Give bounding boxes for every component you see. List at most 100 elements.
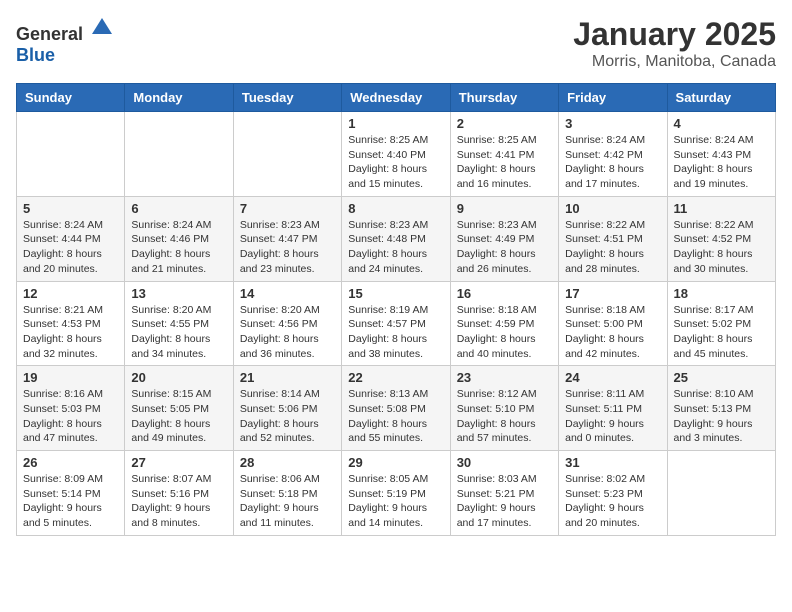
page-header: General Blue January 2025 Morris, Manito… xyxy=(16,16,776,71)
calendar-cell: 3 Sunrise: 8:24 AM Sunset: 4:42 PM Daylig… xyxy=(559,112,667,197)
calendar-cell: 1 Sunrise: 8:25 AM Sunset: 4:40 PM Daylig… xyxy=(342,112,450,197)
day-detail: Sunrise: 8:16 AM Sunset: 5:03 PM Dayligh… xyxy=(23,387,118,446)
day-number: 20 xyxy=(131,370,226,385)
calendar-cell: 12 Sunrise: 8:21 AM Sunset: 4:53 PM Dayli… xyxy=(17,281,125,366)
calendar-cell: 9 Sunrise: 8:23 AM Sunset: 4:49 PM Daylig… xyxy=(450,196,558,281)
day-number: 9 xyxy=(457,201,552,216)
day-detail: Sunrise: 8:23 AM Sunset: 4:47 PM Dayligh… xyxy=(240,218,335,277)
day-detail: Sunrise: 8:07 AM Sunset: 5:16 PM Dayligh… xyxy=(131,472,226,531)
day-detail: Sunrise: 8:15 AM Sunset: 5:05 PM Dayligh… xyxy=(131,387,226,446)
calendar-cell: 28Sunrise: 8:06 AM Sunset: 5:18 PM Dayli… xyxy=(233,451,341,536)
day-number: 30 xyxy=(457,455,552,470)
calendar-week-row: 1 Sunrise: 8:25 AM Sunset: 4:40 PM Daylig… xyxy=(17,112,776,197)
day-detail: Sunrise: 8:17 AM Sunset: 5:02 PM Dayligh… xyxy=(674,303,769,362)
calendar-header-row: SundayMondayTuesdayWednesdayThursdayFrid… xyxy=(17,84,776,112)
day-number: 29 xyxy=(348,455,443,470)
month-title: January 2025 xyxy=(573,16,776,53)
header-friday: Friday xyxy=(559,84,667,112)
day-number: 11 xyxy=(674,201,769,216)
day-detail: Sunrise: 8:23 AM Sunset: 4:49 PM Dayligh… xyxy=(457,218,552,277)
day-detail: Sunrise: 8:20 AM Sunset: 4:55 PM Dayligh… xyxy=(131,303,226,362)
day-detail: Sunrise: 8:23 AM Sunset: 4:48 PM Dayligh… xyxy=(348,218,443,277)
calendar-cell: 21 Sunrise: 8:14 AM Sunset: 5:06 PM Dayli… xyxy=(233,366,341,451)
calendar-cell: 26 Sunrise: 8:09 AM Sunset: 5:14 PM Dayli… xyxy=(17,451,125,536)
day-number: 28 xyxy=(240,455,335,470)
day-number: 13 xyxy=(131,286,226,301)
day-detail: Sunrise: 8:05 AM Sunset: 5:19 PM Dayligh… xyxy=(348,472,443,531)
day-detail: Sunrise: 8:10 AM Sunset: 5:13 PM Dayligh… xyxy=(674,387,769,446)
logo-icon xyxy=(90,16,114,40)
calendar-cell: 24 Sunrise: 8:11 AM Sunset: 5:11 PM Dayli… xyxy=(559,366,667,451)
calendar-cell: 15Sunrise: 8:19 AM Sunset: 4:57 PM Dayli… xyxy=(342,281,450,366)
day-number: 4 xyxy=(674,116,769,131)
day-detail: Sunrise: 8:25 AM Sunset: 4:40 PM Dayligh… xyxy=(348,133,443,192)
day-number: 27 xyxy=(131,455,226,470)
calendar-cell: 14 Sunrise: 8:20 AM Sunset: 4:56 PM Dayli… xyxy=(233,281,341,366)
header-saturday: Saturday xyxy=(667,84,775,112)
calendar-cell: 22Sunrise: 8:13 AM Sunset: 5:08 PM Dayli… xyxy=(342,366,450,451)
calendar-cell: 4 Sunrise: 8:24 AM Sunset: 4:43 PM Daylig… xyxy=(667,112,775,197)
calendar-week-row: 5 Sunrise: 8:24 AM Sunset: 4:44 PM Daylig… xyxy=(17,196,776,281)
day-number: 21 xyxy=(240,370,335,385)
calendar-week-row: 19 Sunrise: 8:16 AM Sunset: 5:03 PM Dayli… xyxy=(17,366,776,451)
calendar-cell xyxy=(125,112,233,197)
calendar-week-row: 12 Sunrise: 8:21 AM Sunset: 4:53 PM Dayli… xyxy=(17,281,776,366)
day-detail: Sunrise: 8:02 AM Sunset: 5:23 PM Dayligh… xyxy=(565,472,660,531)
day-detail: Sunrise: 8:14 AM Sunset: 5:06 PM Dayligh… xyxy=(240,387,335,446)
calendar-cell: 30 Sunrise: 8:03 AM Sunset: 5:21 PM Dayli… xyxy=(450,451,558,536)
day-number: 8 xyxy=(348,201,443,216)
day-detail: Sunrise: 8:24 AM Sunset: 4:44 PM Dayligh… xyxy=(23,218,118,277)
header-sunday: Sunday xyxy=(17,84,125,112)
calendar-cell: 6 Sunrise: 8:24 AM Sunset: 4:46 PM Daylig… xyxy=(125,196,233,281)
calendar-cell: 17Sunrise: 8:18 AM Sunset: 5:00 PM Dayli… xyxy=(559,281,667,366)
day-number: 22 xyxy=(348,370,443,385)
day-detail: Sunrise: 8:21 AM Sunset: 4:53 PM Dayligh… xyxy=(23,303,118,362)
day-number: 18 xyxy=(674,286,769,301)
day-detail: Sunrise: 8:24 AM Sunset: 4:46 PM Dayligh… xyxy=(131,218,226,277)
day-number: 12 xyxy=(23,286,118,301)
day-number: 17 xyxy=(565,286,660,301)
header-monday: Monday xyxy=(125,84,233,112)
calendar-cell: 16Sunrise: 8:18 AM Sunset: 4:59 PM Dayli… xyxy=(450,281,558,366)
calendar-cell: 29 Sunrise: 8:05 AM Sunset: 5:19 PM Dayli… xyxy=(342,451,450,536)
logo-general: General xyxy=(16,24,83,44)
day-number: 19 xyxy=(23,370,118,385)
day-number: 7 xyxy=(240,201,335,216)
calendar-cell: 8 Sunrise: 8:23 AM Sunset: 4:48 PM Daylig… xyxy=(342,196,450,281)
day-number: 6 xyxy=(131,201,226,216)
day-number: 1 xyxy=(348,116,443,131)
calendar-cell: 2Sunrise: 8:25 AM Sunset: 4:41 PM Daylig… xyxy=(450,112,558,197)
calendar-cell: 18 Sunrise: 8:17 AM Sunset: 5:02 PM Dayli… xyxy=(667,281,775,366)
logo-blue: Blue xyxy=(16,45,55,65)
calendar-cell: 31Sunrise: 8:02 AM Sunset: 5:23 PM Dayli… xyxy=(559,451,667,536)
day-number: 26 xyxy=(23,455,118,470)
day-detail: Sunrise: 8:24 AM Sunset: 4:42 PM Dayligh… xyxy=(565,133,660,192)
day-detail: Sunrise: 8:03 AM Sunset: 5:21 PM Dayligh… xyxy=(457,472,552,531)
day-number: 2 xyxy=(457,116,552,131)
day-number: 24 xyxy=(565,370,660,385)
day-detail: Sunrise: 8:22 AM Sunset: 4:52 PM Dayligh… xyxy=(674,218,769,277)
header-wednesday: Wednesday xyxy=(342,84,450,112)
day-number: 5 xyxy=(23,201,118,216)
day-detail: Sunrise: 8:22 AM Sunset: 4:51 PM Dayligh… xyxy=(565,218,660,277)
day-detail: Sunrise: 8:11 AM Sunset: 5:11 PM Dayligh… xyxy=(565,387,660,446)
day-detail: Sunrise: 8:20 AM Sunset: 4:56 PM Dayligh… xyxy=(240,303,335,362)
calendar-cell xyxy=(233,112,341,197)
day-detail: Sunrise: 8:12 AM Sunset: 5:10 PM Dayligh… xyxy=(457,387,552,446)
day-number: 25 xyxy=(674,370,769,385)
day-number: 16 xyxy=(457,286,552,301)
calendar-cell: 5 Sunrise: 8:24 AM Sunset: 4:44 PM Daylig… xyxy=(17,196,125,281)
calendar-week-row: 26 Sunrise: 8:09 AM Sunset: 5:14 PM Dayli… xyxy=(17,451,776,536)
calendar-cell: 25 Sunrise: 8:10 AM Sunset: 5:13 PM Dayli… xyxy=(667,366,775,451)
calendar-table: SundayMondayTuesdayWednesdayThursdayFrid… xyxy=(16,83,776,536)
day-number: 3 xyxy=(565,116,660,131)
calendar-cell xyxy=(667,451,775,536)
header-thursday: Thursday xyxy=(450,84,558,112)
day-number: 14 xyxy=(240,286,335,301)
day-detail: Sunrise: 8:19 AM Sunset: 4:57 PM Dayligh… xyxy=(348,303,443,362)
day-number: 10 xyxy=(565,201,660,216)
day-detail: Sunrise: 8:24 AM Sunset: 4:43 PM Dayligh… xyxy=(674,133,769,192)
logo: General Blue xyxy=(16,16,114,66)
day-detail: Sunrise: 8:09 AM Sunset: 5:14 PM Dayligh… xyxy=(23,472,118,531)
calendar-cell: 20 Sunrise: 8:15 AM Sunset: 5:05 PM Dayli… xyxy=(125,366,233,451)
